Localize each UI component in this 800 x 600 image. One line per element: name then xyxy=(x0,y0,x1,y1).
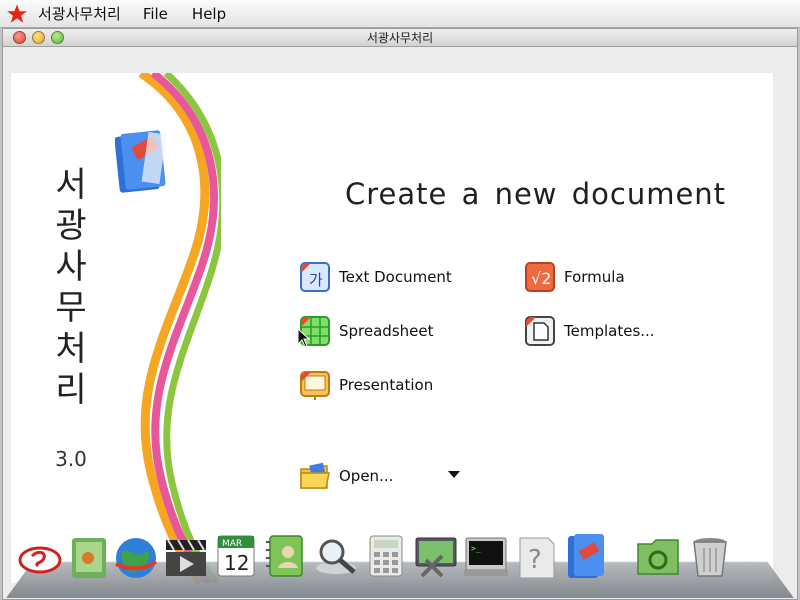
start-center: 서 광 사 무 처 리 3.0 Create a new document 가 … xyxy=(11,73,773,583)
window-title: 서광사무처리 xyxy=(367,31,433,45)
minimize-window-button[interactable] xyxy=(32,31,45,44)
svg-text:가: 가 xyxy=(309,271,323,289)
title-char: 사 xyxy=(51,247,91,288)
title-char: 처 xyxy=(51,329,91,370)
terminal-icon[interactable]: >_ xyxy=(462,532,510,580)
svg-text:>_: >_ xyxy=(471,544,481,553)
office-logo-icon xyxy=(115,129,171,195)
red-star-icon[interactable] xyxy=(6,3,28,25)
mouse-cursor-icon xyxy=(297,328,311,348)
svg-text:√2: √2 xyxy=(531,269,551,288)
calendar-icon[interactable]: MAR 12 xyxy=(212,532,260,580)
calendar-month: MAR xyxy=(222,539,242,549)
branding-panel: 서 광 사 무 처 리 3.0 xyxy=(11,73,216,583)
version-label: 3.0 xyxy=(51,447,91,471)
templates-button[interactable]: Templates... xyxy=(524,314,655,348)
menu-bar: 서광사무처리 File Help xyxy=(0,0,800,28)
formula-icon: √2 xyxy=(524,261,556,293)
help-icon[interactable]: ? xyxy=(512,532,560,580)
zoom-window-button[interactable] xyxy=(51,31,64,44)
new-text-document-button[interactable]: 가 Text Document xyxy=(299,260,452,294)
presentation-icon xyxy=(299,369,331,401)
vertical-app-title: 서 광 사 무 처 리 xyxy=(51,165,91,411)
start-center-window: 서광사무처리 서 광 사 무 처 리 3.0 Create a new docu… xyxy=(2,28,798,600)
video-player-icon[interactable] xyxy=(162,532,210,580)
globe-browser-icon[interactable] xyxy=(112,532,160,580)
file-manager-icon[interactable] xyxy=(66,532,114,580)
system-tools-icon[interactable] xyxy=(412,532,460,580)
menu-help[interactable]: Help xyxy=(192,5,226,23)
window-titlebar[interactable]: 서광사무처리 xyxy=(3,29,797,47)
app-menu-name[interactable]: 서광사무처리 xyxy=(38,3,121,24)
title-char: 서 xyxy=(51,165,91,206)
open-document-button[interactable]: Open... xyxy=(299,459,393,493)
recycle-folder-icon[interactable] xyxy=(634,532,682,580)
text-document-label: Text Document xyxy=(339,268,452,286)
spreadsheet-label: Spreadsheet xyxy=(339,322,433,340)
svg-text:?: ? xyxy=(528,545,542,575)
presentation-label: Presentation xyxy=(339,376,433,394)
calculator-icon[interactable] xyxy=(362,532,410,580)
sogwang-logo-icon[interactable] xyxy=(16,532,64,580)
new-formula-button[interactable]: √2 Formula xyxy=(524,260,625,294)
title-char: 리 xyxy=(51,370,91,411)
formula-label: Formula xyxy=(564,268,625,286)
title-char: 무 xyxy=(51,288,91,329)
address-book-icon[interactable] xyxy=(262,532,310,580)
open-label: Open... xyxy=(339,467,393,485)
calendar-day: 12 xyxy=(224,551,249,575)
page-title: Create a new document xyxy=(345,177,726,211)
templates-icon xyxy=(524,315,556,347)
close-window-button[interactable] xyxy=(13,31,26,44)
search-magnifier-icon[interactable] xyxy=(312,532,360,580)
title-char: 광 xyxy=(51,206,91,247)
new-spreadsheet-button[interactable]: Spreadsheet xyxy=(299,314,433,348)
dock: MAR 12 >_ ? xyxy=(0,528,800,600)
menu-file[interactable]: File xyxy=(143,5,168,23)
office-suite-icon[interactable] xyxy=(562,532,610,580)
open-folder-icon xyxy=(299,460,331,492)
chevron-down-icon[interactable] xyxy=(448,471,460,479)
templates-label: Templates... xyxy=(564,322,655,340)
new-presentation-button[interactable]: Presentation xyxy=(299,368,433,402)
text-document-icon: 가 xyxy=(299,261,331,293)
trash-icon[interactable] xyxy=(686,532,734,580)
